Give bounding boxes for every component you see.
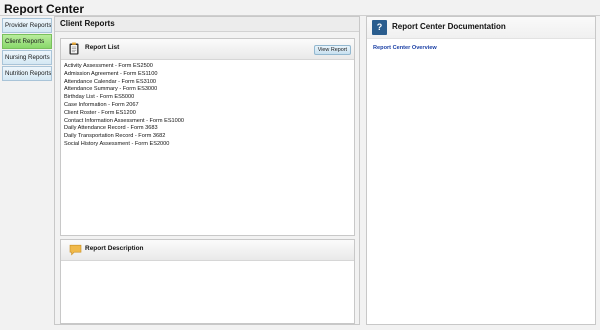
- view-report-button[interactable]: View Report: [313, 45, 351, 55]
- report-item-client-roster[interactable]: Client Roster - Form ES1200: [64, 110, 354, 118]
- report-center-overview-link[interactable]: Report Center Overview: [373, 45, 437, 51]
- report-list-title: Report List: [85, 44, 120, 51]
- report-list: Activity Assessment - Form ES2500 Admiss…: [61, 60, 354, 149]
- report-description-title: Report Description: [85, 245, 144, 252]
- sidebar-tab-provider-reports[interactable]: Provider Reports: [2, 18, 52, 33]
- report-item-attendance-calendar[interactable]: Attendance Calendar - Form ES3100: [64, 79, 354, 87]
- report-item-activity-assessment[interactable]: Activity Assessment - Form ES2500: [64, 63, 354, 71]
- help-icon: ?: [372, 20, 387, 35]
- documentation-title: Report Center Documentation: [392, 22, 506, 31]
- report-item-social-history-assessment[interactable]: Social History Assessment - Form ES2000: [64, 141, 354, 149]
- report-item-case-information[interactable]: Case Information - Form 2067: [64, 102, 354, 110]
- report-item-contact-information-assessment[interactable]: Contact Information Assessment - Form ES…: [64, 118, 354, 126]
- report-item-daily-transportation-record[interactable]: Daily Transportation Record - Form 3682: [64, 133, 354, 141]
- clipboard-icon: [69, 42, 79, 60]
- report-item-daily-attendance-record[interactable]: Daily Attendance Record - Form 3683: [64, 125, 354, 133]
- client-reports-panel: Client Reports Report List View Report A…: [54, 16, 360, 325]
- sidebar-tab-nursing-reports[interactable]: Nursing Reports: [2, 50, 52, 65]
- sidebar: Provider Reports Client Reports Nursing …: [2, 18, 52, 82]
- documentation-panel: ? Report Center Documentation Report Cen…: [366, 16, 596, 325]
- sidebar-tab-client-reports[interactable]: Client Reports: [2, 34, 52, 49]
- report-item-birthday-list[interactable]: Birthday List - Form ES5000: [64, 94, 354, 102]
- report-description-card: Report Description: [60, 239, 355, 324]
- report-list-card: Report List View Report Activity Assessm…: [60, 38, 355, 236]
- sidebar-tab-nutrition-reports[interactable]: Nutrition Reports: [2, 66, 52, 81]
- speech-bubble-icon: [69, 243, 82, 261]
- report-description-header: Report Description: [61, 240, 354, 261]
- report-item-admission-agreement[interactable]: Admission Agreement - Form ES1100: [64, 71, 354, 79]
- page-title: Report Center: [4, 2, 85, 16]
- documentation-header: ? Report Center Documentation: [367, 17, 595, 39]
- report-list-header: Report List View Report: [61, 39, 354, 60]
- report-item-attendance-summary[interactable]: Attendance Summary - Form ES3000: [64, 86, 354, 94]
- client-reports-title: Client Reports: [55, 17, 359, 32]
